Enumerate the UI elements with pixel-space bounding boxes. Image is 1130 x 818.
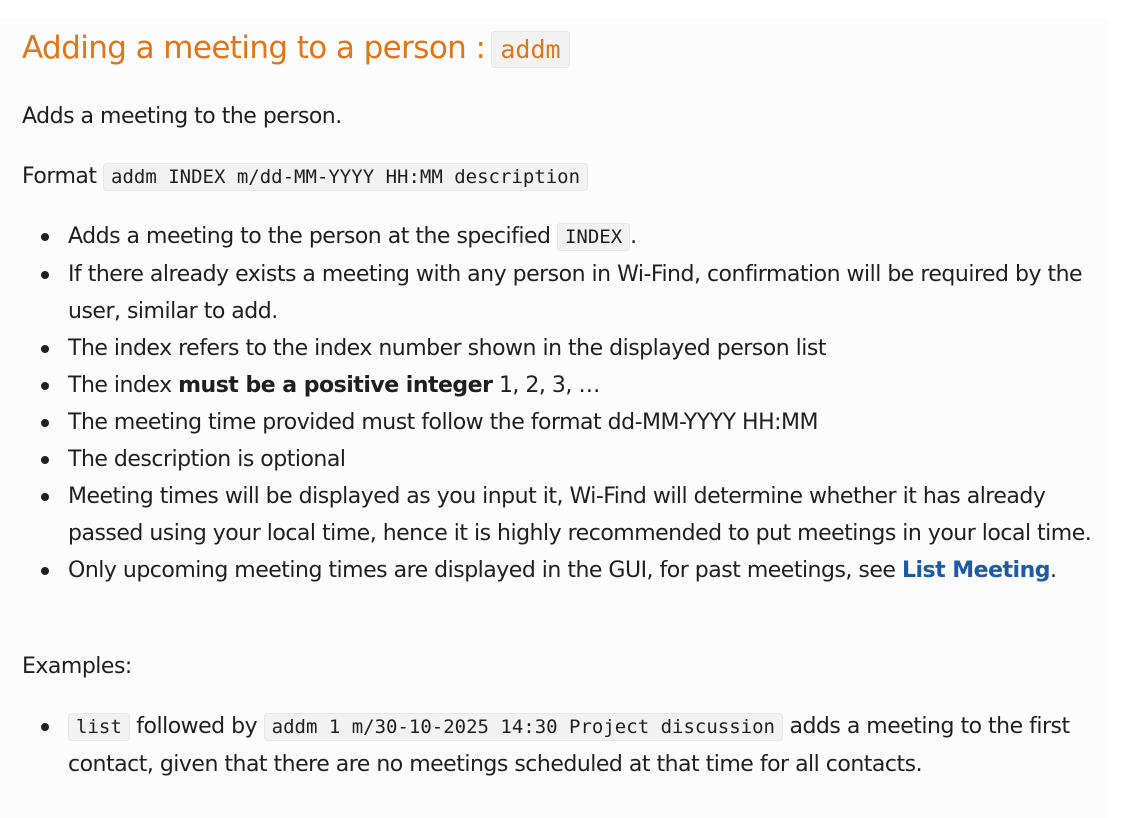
document-page: Adding a meeting to a person : addm Adds … xyxy=(0,18,1108,818)
bold-emphasis: must be a positive integer xyxy=(178,373,493,398)
list-item-text: 1, 2, 3, … xyxy=(498,373,600,398)
list-item-end: . xyxy=(1050,558,1057,583)
list-command-code: list xyxy=(68,713,130,741)
list-item-text: The meeting time provided must follow th… xyxy=(68,410,819,435)
example-item: list followed by addm 1 m/30-10-2025 14:… xyxy=(22,708,1107,783)
examples-label: Examples: xyxy=(22,654,132,679)
list-item-text: Adds a meeting to the person at the spec… xyxy=(68,224,551,249)
list-item-end: . xyxy=(630,224,637,249)
list-meeting-link[interactable]: List Meeting xyxy=(902,558,1051,583)
example-text: followed by xyxy=(136,714,258,739)
list-item: The description is optional xyxy=(22,441,1107,478)
addm-example-code: addm 1 m/30-10-2025 14:30 Project discus… xyxy=(263,713,783,741)
list-item: The index must be a positive integer 1, … xyxy=(22,367,1107,404)
list-item: Adds a meeting to the person at the spec… xyxy=(22,218,1107,256)
format-code: addm INDEX m/dd-MM-YYYY HH:MM descriptio… xyxy=(103,163,589,191)
list-item-text: Meeting times will be displayed as you i… xyxy=(68,484,1092,546)
format-label: Format xyxy=(22,164,97,189)
list-item-text: The index xyxy=(68,373,172,398)
index-code: INDEX xyxy=(556,223,631,251)
list-item: Only upcoming meeting times are displaye… xyxy=(22,552,1107,589)
details-list: Adds a meeting to the person at the spec… xyxy=(22,218,1107,589)
list-item-text: If there already exists a meeting with a… xyxy=(68,262,1083,324)
list-item-text: Only upcoming meeting times are displaye… xyxy=(68,558,896,583)
section-heading: Adding a meeting to a person : addm xyxy=(22,28,570,70)
intro-text: Adds a meeting to the person. xyxy=(22,104,342,129)
heading-command-code: addm xyxy=(491,31,570,68)
list-item: The index refers to the index number sho… xyxy=(22,330,1107,367)
heading-text: Adding a meeting to a person : xyxy=(22,30,486,66)
list-item-text: The index refers to the index number sho… xyxy=(68,336,826,361)
examples-list: list followed by addm 1 m/30-10-2025 14:… xyxy=(22,708,1107,783)
list-item: If there already exists a meeting with a… xyxy=(22,256,1107,330)
list-item: Meeting times will be displayed as you i… xyxy=(22,478,1107,552)
list-item: The meeting time provided must follow th… xyxy=(22,404,1107,441)
list-item-text: The description is optional xyxy=(68,447,346,472)
format-line: Format addm INDEX m/dd-MM-YYYY HH:MM des… xyxy=(22,158,589,196)
